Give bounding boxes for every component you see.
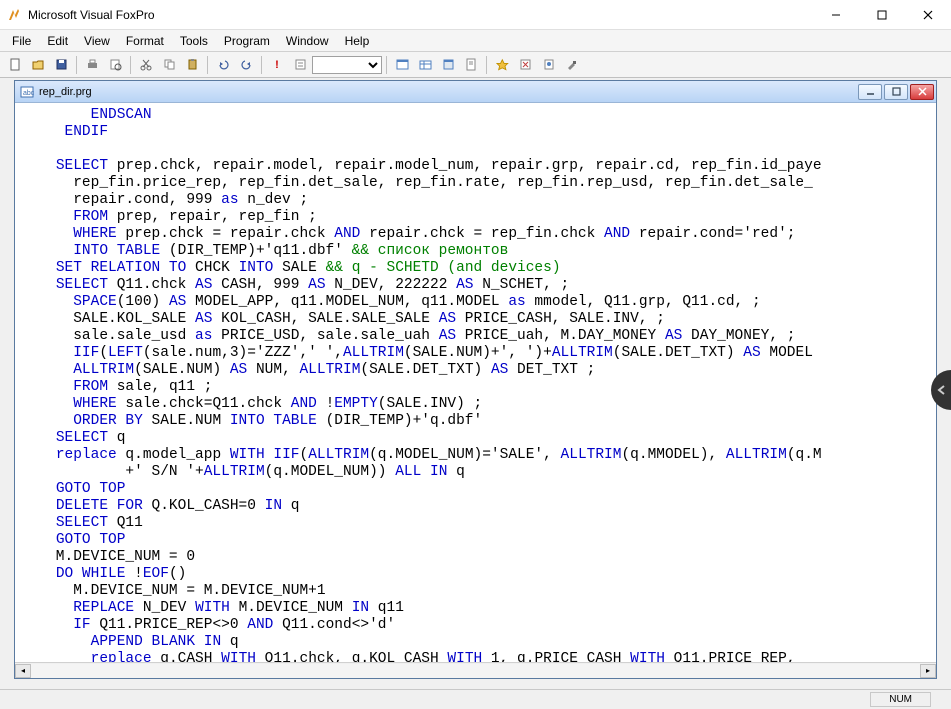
document-titlebar[interactable]: abc rep_dir.prg: [15, 81, 936, 103]
wizard-button[interactable]: [537, 55, 559, 75]
print-preview-button[interactable]: [104, 55, 126, 75]
menu-edit[interactable]: Edit: [39, 32, 76, 50]
doc-maximize-button[interactable]: [884, 84, 908, 100]
menubar: File Edit View Format Tools Program Wind…: [0, 30, 951, 52]
menu-view[interactable]: View: [76, 32, 118, 50]
titlebar: Microsoft Visual FoxPro: [0, 0, 951, 30]
cut-button[interactable]: [135, 55, 157, 75]
app-title: Microsoft Visual FoxPro: [28, 8, 813, 22]
print-button[interactable]: [81, 55, 103, 75]
new-button[interactable]: [4, 55, 26, 75]
command-window-button[interactable]: [391, 55, 413, 75]
menu-format[interactable]: Format: [118, 32, 172, 50]
autoform-button[interactable]: [491, 55, 513, 75]
toolbar: !: [0, 52, 951, 78]
menu-file[interactable]: File: [4, 32, 39, 50]
undo-button[interactable]: [212, 55, 234, 75]
modify-button[interactable]: [289, 55, 311, 75]
data-session-button[interactable]: [414, 55, 436, 75]
save-button[interactable]: [50, 55, 72, 75]
code-editor[interactable]: ENDSCAN ENDIF SELECT prep.chck, repair.m…: [15, 103, 936, 662]
run-button[interactable]: !: [266, 55, 288, 75]
toolbar-separator: [76, 56, 77, 74]
minimize-button[interactable]: [813, 0, 859, 29]
builder-button[interactable]: [560, 55, 582, 75]
menu-help[interactable]: Help: [337, 32, 378, 50]
statusbar: NUM: [0, 689, 951, 709]
scroll-right-arrow[interactable]: ▸: [920, 664, 936, 678]
toolbar-separator: [130, 56, 131, 74]
status-numlock: NUM: [870, 692, 931, 707]
report-button[interactable]: [460, 55, 482, 75]
document-filename: rep_dir.prg: [39, 86, 858, 98]
toolbar-separator: [486, 56, 487, 74]
copy-button[interactable]: [158, 55, 180, 75]
menu-program[interactable]: Program: [216, 32, 278, 50]
close-button[interactable]: [905, 0, 951, 29]
doc-minimize-button[interactable]: [858, 84, 882, 100]
horizontal-scrollbar[interactable]: ◂ ▸: [15, 662, 936, 678]
mdi-client-area: abc rep_dir.prg ENDSCAN ENDIF SELECT pre…: [0, 78, 951, 689]
paste-button[interactable]: [181, 55, 203, 75]
scroll-left-arrow[interactable]: ◂: [15, 664, 31, 678]
menu-window[interactable]: Window: [278, 32, 337, 50]
toolbar-separator: [386, 56, 387, 74]
document-window: abc rep_dir.prg ENDSCAN ENDIF SELECT pre…: [14, 80, 937, 679]
menu-tools[interactable]: Tools: [172, 32, 216, 50]
open-button[interactable]: [27, 55, 49, 75]
autoreport-button[interactable]: [514, 55, 536, 75]
svg-text:abc: abc: [23, 90, 34, 97]
document-window-controls: [858, 84, 934, 100]
form-button[interactable]: [437, 55, 459, 75]
toolbar-separator: [207, 56, 208, 74]
scroll-track[interactable]: [31, 664, 920, 678]
database-combo[interactable]: [312, 56, 382, 74]
document-icon: abc: [19, 84, 35, 100]
redo-button[interactable]: [235, 55, 257, 75]
toolbar-separator: [261, 56, 262, 74]
doc-close-button[interactable]: [910, 84, 934, 100]
window-controls: [813, 0, 951, 29]
app-icon: [6, 7, 22, 23]
maximize-button[interactable]: [859, 0, 905, 29]
